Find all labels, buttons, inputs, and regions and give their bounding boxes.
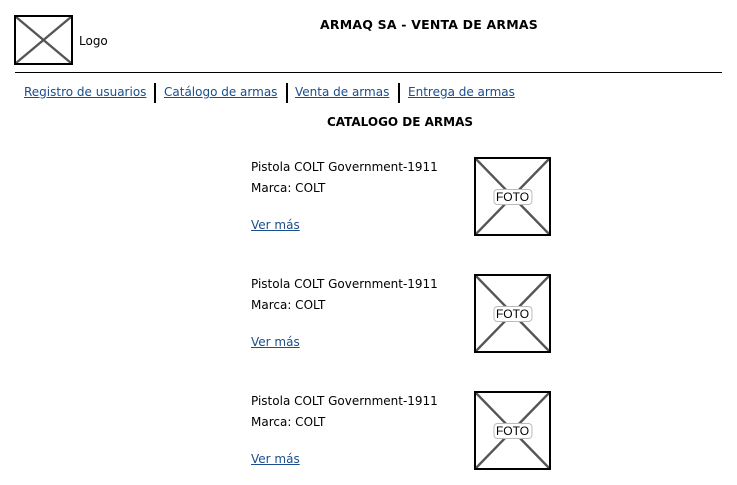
nav-link-catalogo-armas[interactable]: Catálogo de armas	[164, 84, 277, 100]
image-placeholder-icon	[16, 17, 71, 63]
nav-link-entrega-armas[interactable]: Entrega de armas	[408, 84, 515, 100]
item-brand: Marca: COLT	[251, 181, 326, 195]
item-brand: Marca: COLT	[251, 298, 326, 312]
nav-separator	[154, 83, 156, 103]
logo-image-placeholder	[14, 15, 73, 65]
ver-mas-link[interactable]: Ver más	[251, 334, 300, 350]
nav-link-registro-usuarios[interactable]: Registro de usuarios	[24, 84, 146, 100]
nav-separator	[286, 83, 288, 103]
nav-separator	[398, 83, 400, 103]
page-title: ARMAQ SA - VENTA DE ARMAS	[320, 17, 538, 32]
logo-label: Logo	[79, 34, 108, 48]
photo-label: FOTO	[492, 422, 533, 439]
item-photo-placeholder: FOTO	[474, 274, 551, 353]
item-name: Pistola COLT Government-1911	[251, 160, 438, 174]
header-divider	[15, 72, 722, 73]
item-photo-placeholder: FOTO	[474, 391, 551, 470]
nav-link-venta-armas[interactable]: Venta de armas	[295, 84, 389, 100]
ver-mas-link[interactable]: Ver más	[251, 217, 300, 233]
photo-label: FOTO	[492, 188, 533, 205]
photo-label: FOTO	[492, 305, 533, 322]
item-name: Pistola COLT Government-1911	[251, 394, 438, 408]
item-name: Pistola COLT Government-1911	[251, 277, 438, 291]
section-title: CATALOGO DE ARMAS	[326, 115, 474, 129]
item-photo-placeholder: FOTO	[474, 157, 551, 236]
ver-mas-link[interactable]: Ver más	[251, 451, 300, 467]
item-brand: Marca: COLT	[251, 415, 326, 429]
